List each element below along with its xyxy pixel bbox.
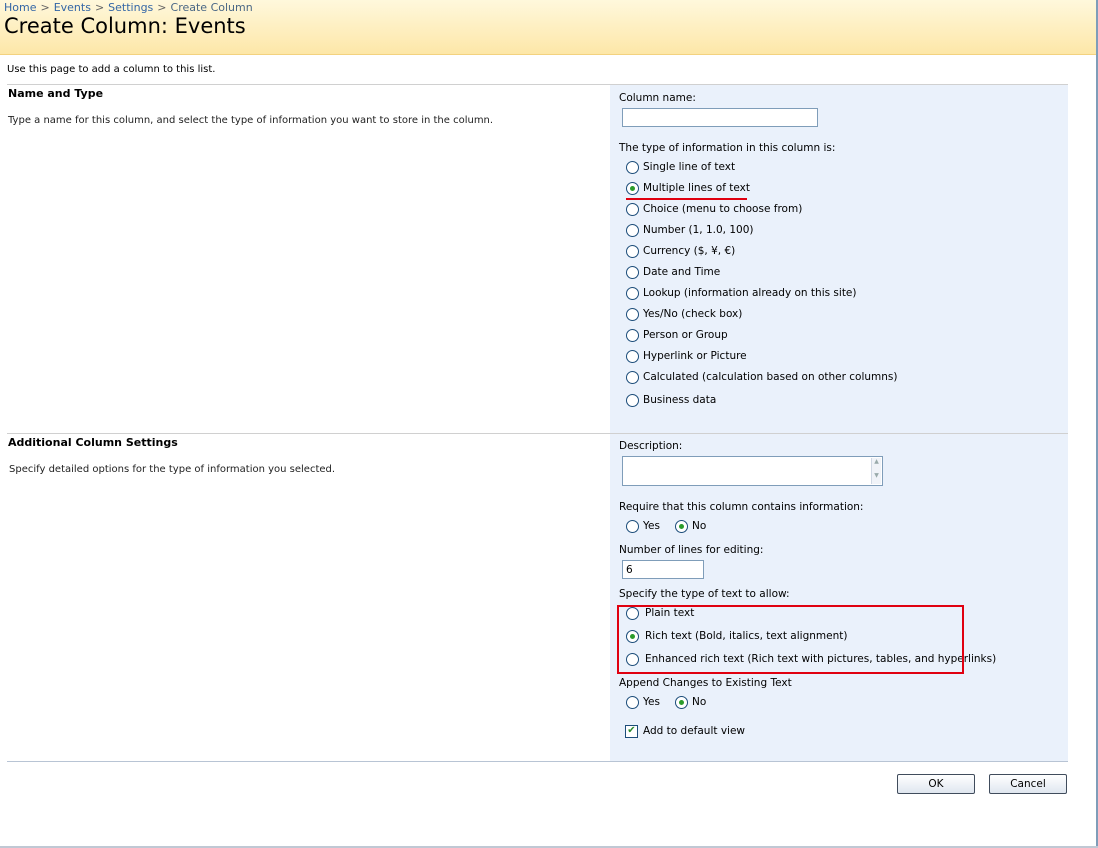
breadcrumb-events-link[interactable]: Events bbox=[54, 1, 91, 14]
append-no-label: No bbox=[692, 696, 707, 708]
radio-button[interactable] bbox=[626, 393, 639, 407]
type-option-hyperlink[interactable]: Hyperlink or Picture bbox=[626, 349, 747, 363]
type-option-label: Date and Time bbox=[643, 266, 721, 278]
name-type-description: Type a name for this column, and select … bbox=[8, 115, 494, 126]
radio-button[interactable] bbox=[626, 349, 639, 363]
radio-button-selected[interactable] bbox=[675, 519, 688, 533]
default-view-label: Add to default view bbox=[643, 725, 746, 737]
radio-button[interactable] bbox=[626, 307, 639, 321]
additional-settings-description: Specify detailed options for the type of… bbox=[9, 464, 336, 475]
require-yes-label: Yes bbox=[643, 520, 660, 532]
type-option-single-line[interactable]: Single line of text bbox=[626, 160, 735, 174]
type-option-calculated[interactable]: Calculated (calculation based on other c… bbox=[626, 370, 897, 384]
require-no-label: No bbox=[692, 520, 707, 532]
additional-settings-title: Additional Column Settings bbox=[8, 436, 178, 449]
lines-label: Number of lines for editing: bbox=[619, 544, 764, 556]
cancel-button[interactable]: Cancel bbox=[989, 774, 1067, 794]
description-label: Description: bbox=[619, 440, 683, 452]
radio-button[interactable] bbox=[626, 244, 639, 258]
breadcrumb: Home > Events > Settings > Create Column bbox=[4, 1, 253, 14]
highlight-box bbox=[617, 605, 964, 674]
type-option-label: Hyperlink or Picture bbox=[643, 350, 747, 362]
radio-button[interactable] bbox=[626, 328, 639, 342]
radio-button[interactable] bbox=[626, 265, 639, 279]
text-type-label: Specify the type of text to allow: bbox=[619, 588, 790, 600]
type-option-lookup[interactable]: Lookup (information already on this site… bbox=[626, 286, 857, 300]
append-option-no[interactable]: No bbox=[675, 695, 706, 709]
breadcrumb-separator: > bbox=[40, 1, 50, 14]
breadcrumb-settings-link[interactable]: Settings bbox=[108, 1, 153, 14]
type-option-date-time[interactable]: Date and Time bbox=[626, 265, 720, 279]
scroll-down-icon[interactable]: ▼ bbox=[872, 472, 881, 479]
radio-button-selected[interactable] bbox=[675, 695, 688, 709]
require-option-no[interactable]: No bbox=[675, 519, 706, 533]
type-option-label: Person or Group bbox=[643, 329, 728, 341]
radio-button[interactable] bbox=[626, 202, 639, 216]
type-option-label: Currency ($, ¥, €) bbox=[643, 245, 736, 257]
radio-button[interactable] bbox=[626, 160, 639, 174]
column-name-input[interactable] bbox=[622, 108, 818, 127]
ok-button[interactable]: OK bbox=[897, 774, 975, 794]
description-textarea[interactable]: ▲ ▼ bbox=[622, 456, 883, 486]
radio-button[interactable] bbox=[626, 695, 639, 709]
breadcrumb-separator: > bbox=[94, 1, 105, 14]
append-option-yes[interactable]: Yes bbox=[626, 695, 660, 709]
breadcrumb-home-link[interactable]: Home bbox=[4, 1, 36, 14]
append-yes-label: Yes bbox=[643, 696, 660, 708]
radio-button[interactable] bbox=[626, 519, 639, 533]
type-option-label: Number (1, 1.0, 100) bbox=[643, 224, 754, 236]
type-option-label: Business data bbox=[643, 394, 717, 406]
type-option-yes-no[interactable]: Yes/No (check box) bbox=[626, 307, 742, 321]
type-label: The type of information in this column i… bbox=[619, 142, 836, 154]
intro-text: Use this page to add a column to this li… bbox=[7, 64, 216, 75]
type-option-label: Single line of text bbox=[643, 161, 736, 173]
breadcrumb-separator: > bbox=[157, 1, 167, 14]
type-option-label: Lookup (information already on this site… bbox=[643, 287, 857, 299]
type-option-label: Choice (menu to choose from) bbox=[643, 203, 803, 215]
type-option-multiple-lines[interactable]: Multiple lines of text bbox=[626, 181, 750, 195]
type-option-label: Calculated (calculation based on other c… bbox=[643, 371, 898, 383]
checkbox-checked[interactable]: ✔ bbox=[625, 724, 638, 738]
scrollbar[interactable]: ▲ ▼ bbox=[871, 458, 881, 484]
type-option-label: Yes/No (check box) bbox=[643, 308, 743, 320]
name-type-title: Name and Type bbox=[8, 87, 104, 100]
section-divider bbox=[7, 761, 1068, 762]
type-option-business-data[interactable]: Business data bbox=[626, 393, 716, 407]
column-name-label: Column name: bbox=[619, 92, 696, 104]
require-label: Require that this column contains inform… bbox=[619, 501, 864, 513]
radio-button[interactable] bbox=[626, 286, 639, 300]
lines-input[interactable] bbox=[622, 560, 704, 579]
type-option-currency[interactable]: Currency ($, ¥, €) bbox=[626, 244, 735, 258]
radio-button-selected[interactable] bbox=[626, 181, 639, 195]
radio-button[interactable] bbox=[626, 223, 639, 237]
default-view-checkbox-row[interactable]: ✔ Add to default view bbox=[625, 724, 745, 738]
type-option-number[interactable]: Number (1, 1.0, 100) bbox=[626, 223, 753, 237]
type-option-label: Multiple lines of text bbox=[643, 182, 750, 194]
page-title: Create Column: Events bbox=[4, 14, 246, 38]
scroll-up-icon[interactable]: ▲ bbox=[872, 458, 881, 465]
append-label: Append Changes to Existing Text bbox=[619, 677, 792, 689]
highlight-underline bbox=[626, 198, 747, 200]
require-option-yes[interactable]: Yes bbox=[626, 519, 660, 533]
radio-button[interactable] bbox=[626, 370, 639, 384]
type-option-person-group[interactable]: Person or Group bbox=[626, 328, 728, 342]
type-option-choice[interactable]: Choice (menu to choose from) bbox=[626, 202, 802, 216]
breadcrumb-current: Create Column bbox=[170, 1, 253, 14]
